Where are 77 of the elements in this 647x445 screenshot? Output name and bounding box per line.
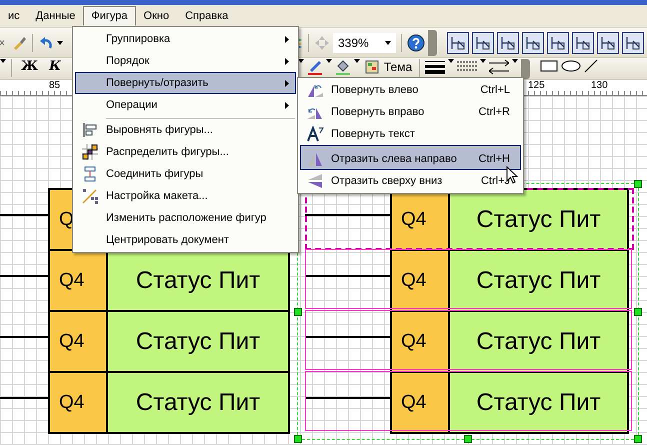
line-ends-icon[interactable] — [489, 59, 510, 75]
status-cell: Статус Пит — [108, 251, 288, 310]
menu-bar-item[interactable]: ис — [0, 6, 28, 26]
ruler-number: 125 — [527, 80, 546, 91]
rotate-text-icon — [306, 126, 324, 142]
menu-item[interactable]: Порядок — [75, 50, 296, 72]
code-cell: Q4 — [50, 312, 108, 371]
undo-icon[interactable] — [38, 34, 54, 50]
snap-tool-icon[interactable] — [446, 32, 469, 54]
line-tool-icon[interactable] — [584, 59, 598, 73]
snap-tool-icon[interactable] — [496, 32, 519, 54]
caret-icon[interactable] — [57, 40, 63, 44]
selection-handle[interactable] — [294, 308, 302, 316]
menu-item[interactable]: Операции — [75, 94, 296, 116]
snap-tool-icon[interactable] — [572, 32, 594, 54]
selection-handle[interactable] — [634, 435, 642, 443]
selection-handle[interactable] — [294, 435, 302, 443]
status-cell: Статус Пит — [450, 373, 627, 432]
code-cell: Q4 — [392, 251, 450, 310]
shortcut-label: Ctrl+L — [480, 84, 510, 96]
flip-vertical-icon — [306, 173, 324, 189]
status-cell: Статус Пит — [108, 373, 288, 432]
ellipse-tool-icon[interactable] — [561, 59, 582, 73]
distribute-icon — [82, 144, 98, 160]
submenu-arrow-icon — [285, 102, 289, 108]
selection-handle[interactable] — [464, 435, 472, 443]
menu-bar-item[interactable]: Данные — [28, 6, 84, 26]
code-cell: Q4 — [50, 373, 108, 432]
toolbar-grip[interactable] — [428, 30, 437, 56]
status-cell: Статус Пит — [108, 312, 288, 371]
connect-icon — [82, 166, 98, 182]
submenu-arrow-icon — [285, 36, 289, 42]
snap-tool-icon[interactable] — [472, 32, 494, 54]
ruler-number: 85 — [48, 80, 62, 91]
menu-item[interactable]: Повернуть влево Ctrl+L — [300, 79, 521, 101]
snap-tool-icon[interactable] — [596, 32, 619, 54]
status-cell: Статус Пит — [450, 251, 627, 310]
code-cell: Q4 — [50, 251, 108, 310]
rectangle-tool-icon[interactable] — [540, 59, 558, 73]
align-icon — [82, 122, 98, 138]
menu-item[interactable]: Повернуть вправо Ctrl+R — [300, 101, 521, 123]
shortcut-label: Ctrl+H — [478, 153, 510, 165]
bold-button[interactable]: Ж — [17, 59, 42, 74]
zoom-combo[interactable]: 339% — [333, 32, 396, 52]
menu-item[interactable]: Группировка — [75, 28, 296, 50]
pen-icon[interactable] — [306, 59, 323, 75]
submenu-arrow-icon — [285, 58, 289, 64]
line-weight-icon[interactable] — [425, 59, 446, 75]
selection-handle[interactable] — [634, 180, 642, 188]
italic-button[interactable]: К — [45, 59, 65, 74]
status-cell: Статус Пит — [450, 312, 627, 371]
selection-handle[interactable] — [634, 308, 642, 316]
menu-item[interactable]: Повернуть текст — [300, 123, 521, 145]
menu-bar-item[interactable]: Справка — [177, 6, 236, 26]
status-cell: Статус Пит — [450, 190, 627, 249]
layout-icon — [82, 188, 98, 204]
submenu-arrow-icon — [285, 80, 289, 86]
menu-item[interactable]: Соединить фигуры — [75, 163, 296, 185]
caret-icon[interactable] — [384, 40, 391, 44]
rotate-left-icon — [306, 82, 324, 98]
flip-horizontal-icon — [306, 151, 324, 167]
snap-tool-icon[interactable] — [622, 32, 644, 54]
snap-tool-icon[interactable] — [546, 32, 569, 54]
toolbar-grip[interactable] — [521, 59, 530, 79]
theme-button[interactable]: Тема — [362, 59, 414, 75]
menu-item[interactable]: Повернуть/отразить — [75, 72, 296, 94]
menu-item[interactable]: Распределить фигуры... — [75, 141, 296, 163]
theme-icon — [364, 59, 381, 75]
menu-bar-item[interactable]: Окно — [136, 6, 178, 26]
help-icon[interactable] — [406, 34, 425, 52]
code-cell: Q4 — [392, 312, 450, 371]
ruler-number: 130 — [590, 80, 609, 91]
menu-item[interactable]: Отразить слева направо Ctrl+H — [300, 145, 521, 170]
menu-bar-item[interactable]: Фигура — [83, 6, 136, 26]
code-cell: Q4 — [392, 373, 450, 432]
shortcut-label: Ctrl+R — [478, 106, 510, 118]
snap-tool-icon[interactable] — [522, 32, 544, 54]
